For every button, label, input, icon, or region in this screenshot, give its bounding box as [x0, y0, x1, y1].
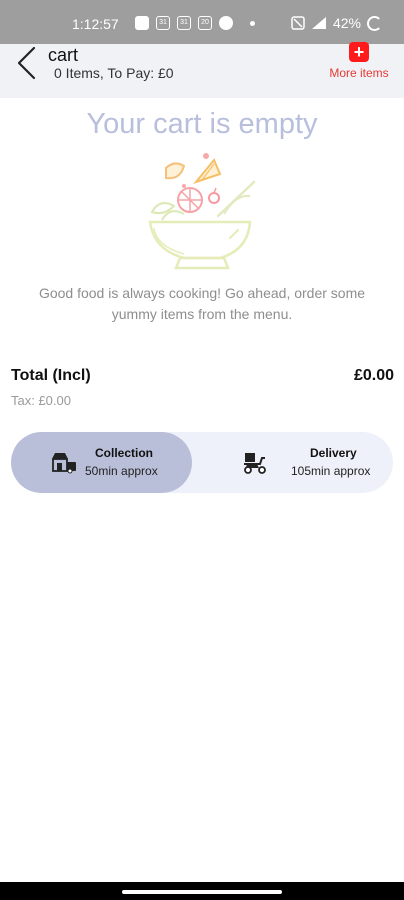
delivery-option[interactable]: Delivery 105min approx: [212, 432, 393, 493]
signal-icon: [311, 17, 326, 29]
status-bar: 1:12:57 31 31 20 42%: [0, 0, 404, 44]
more-items-label: More items: [329, 66, 389, 80]
status-time: 1:12:57: [72, 16, 119, 32]
collection-option[interactable]: Collection 50min approx: [11, 432, 192, 493]
wifi-off-icon: [291, 16, 305, 30]
cart-summary-subtitle: 0 Items, To Pay: £0: [54, 65, 174, 81]
app-icon: 31: [156, 16, 170, 30]
page-title: cart: [48, 45, 79, 65]
empty-cart-message: Good food is always cooking! Go ahead, o…: [38, 285, 366, 322]
tax-amount: Tax: £0.00: [11, 393, 71, 408]
app-icon: 20: [198, 16, 212, 30]
total-value: £0.00: [353, 367, 394, 384]
plus-icon: +: [349, 42, 369, 62]
cart-header: cart 0 Items, To Pay: £0 + More items: [0, 42, 404, 98]
system-nav-bar: [0, 882, 404, 900]
notification-icons: 31 31 20: [135, 16, 255, 30]
app-icon: 31: [177, 16, 191, 30]
total-label: Total (Incl): [11, 367, 91, 384]
more-items-button[interactable]: + More items: [324, 42, 394, 86]
collection-time: 50min approx: [85, 464, 158, 478]
delivery-time: 105min approx: [291, 464, 371, 478]
home-gesture-handle[interactable]: [122, 890, 282, 894]
status-right: 42%: [291, 15, 382, 31]
order-mode-toggle: Collection 50min approx Delivery 105min …: [11, 432, 393, 493]
back-arrow-icon[interactable]: [14, 46, 40, 80]
battery-icon: [367, 15, 382, 31]
collection-label: Collection: [95, 446, 154, 460]
delivery-scooter-icon: [244, 453, 266, 474]
pinterest-icon: [219, 16, 233, 30]
delivery-label: Delivery: [310, 446, 357, 460]
message-icon: [135, 16, 149, 30]
empty-cart-title: Your cart is empty: [86, 108, 318, 140]
battery-percent: 42%: [332, 15, 361, 31]
salad-bowl-icon: [148, 153, 256, 270]
store-icon: [52, 453, 76, 474]
more-notifications-dot: [250, 20, 255, 26]
